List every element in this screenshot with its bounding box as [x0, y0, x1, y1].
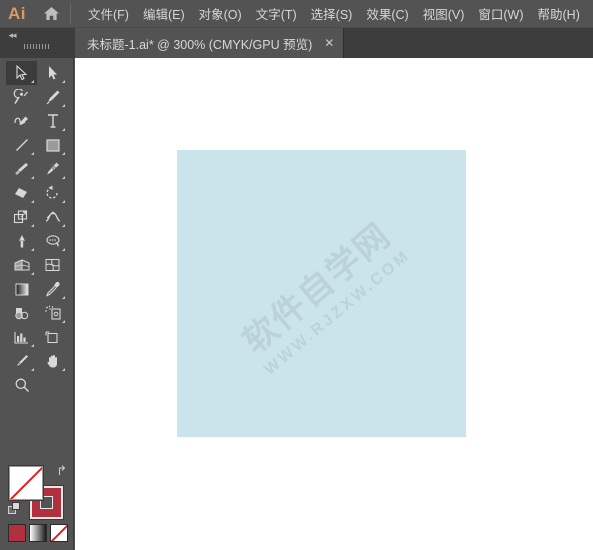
eraser-tool[interactable] [6, 181, 37, 205]
default-fill-stroke-icon[interactable] [8, 502, 21, 515]
menu-item-select[interactable]: 选择(S) [304, 0, 360, 27]
menu-item-object[interactable]: 对象(O) [192, 0, 249, 27]
document-tab[interactable]: 未标题-1.ai* @ 300% (CMYK/GPU 预览) ✕ [75, 28, 345, 58]
flyout-indicator-icon [62, 320, 65, 323]
flyout-indicator-icon [62, 152, 65, 155]
flyout-indicator-icon [62, 296, 65, 299]
menu-item-file[interactable]: 文件(F) [81, 0, 136, 27]
menu-bar: Ai 文件(F) 编辑(E) 对象(O) 文字(T) 选择(S) 效果(C) 视… [0, 0, 593, 28]
menu-divider [70, 3, 71, 24]
hand-tool[interactable] [37, 349, 68, 373]
flyout-indicator-icon [62, 368, 65, 371]
flyout-indicator-icon [31, 248, 34, 251]
flyout-indicator-icon [31, 176, 34, 179]
collapse-panel-icon[interactable]: ◂◂ [4, 29, 20, 41]
shape-builder-tool[interactable] [37, 229, 68, 253]
menu-item-type[interactable]: 文字(T) [249, 0, 304, 27]
document-tab-bar: 未标题-1.ai* @ 300% (CMYK/GPU 预览) ✕ [0, 28, 593, 58]
flyout-indicator-icon [31, 224, 34, 227]
illustrator-window: Ai 文件(F) 编辑(E) 对象(O) 文字(T) 选择(S) 效果(C) 视… [0, 0, 593, 550]
curvature-tool[interactable] [6, 109, 37, 133]
blend-tool[interactable] [6, 301, 37, 325]
magic-wand-tool[interactable] [6, 85, 37, 109]
flyout-indicator-icon [31, 344, 34, 347]
menu-item-effect[interactable]: 效果(C) [359, 0, 415, 27]
slice-tool[interactable] [6, 349, 37, 373]
flyout-indicator-icon [62, 176, 65, 179]
flyout-indicator-icon [62, 224, 65, 227]
flyout-indicator-icon [62, 200, 65, 203]
menu-item-edit[interactable]: 编辑(E) [136, 0, 192, 27]
light-blue-rectangle[interactable]: 软件自学网 WWW.RJZXW.COM [177, 150, 466, 437]
gradient-tool[interactable] [6, 277, 37, 301]
symbol-sprayer-tool[interactable] [37, 301, 68, 325]
color-mode-buttons [8, 524, 68, 542]
document-canvas[interactable]: 软件自学网 WWW.RJZXW.COM [75, 58, 593, 550]
eyedropper-tool[interactable] [37, 277, 68, 301]
fill-swatch[interactable] [9, 466, 43, 500]
watermark-chinese-text: 软件自学网 [235, 215, 400, 362]
app-logo: Ai [8, 3, 26, 23]
type-tool[interactable] [37, 109, 68, 133]
direct-selection-tool[interactable] [37, 61, 68, 85]
pen-tool[interactable] [37, 85, 68, 109]
none-slash-icon [10, 467, 42, 499]
color-mode-color[interactable] [8, 524, 26, 542]
watermark-overlay: 软件自学网 WWW.RJZXW.COM [177, 150, 466, 437]
column-graph-tool[interactable] [6, 325, 37, 349]
line-segment-tool[interactable] [6, 133, 37, 157]
document-tab-title: 未标题-1.ai* @ 300% (CMYK/GPU 预览) [87, 37, 313, 52]
mesh-tool[interactable] [37, 253, 68, 277]
color-mode-none[interactable] [50, 524, 68, 542]
shaper-tool[interactable] [37, 157, 68, 181]
menu-item-view[interactable]: 视图(V) [416, 0, 472, 27]
flyout-indicator-icon [62, 80, 65, 83]
fill-stroke-controls: ↱ [8, 464, 67, 520]
close-icon[interactable]: ✕ [324, 37, 334, 49]
swap-fill-stroke-icon[interactable]: ↱ [56, 464, 67, 477]
flyout-indicator-icon [31, 272, 34, 275]
color-mode-gradient[interactable] [29, 524, 47, 542]
toolbar-drag-handle[interactable] [24, 44, 50, 49]
flyout-indicator-icon [62, 128, 65, 131]
flyout-indicator-icon [31, 368, 34, 371]
paintbrush-tool[interactable] [6, 157, 37, 181]
flyout-indicator-icon [31, 200, 34, 203]
artboard-tool[interactable] [37, 325, 68, 349]
flyout-indicator-icon [31, 152, 34, 155]
none-slash-icon [51, 525, 67, 541]
rotate-tool[interactable] [37, 181, 68, 205]
free-transform-tool[interactable] [6, 229, 37, 253]
zoom-tool[interactable] [6, 373, 37, 397]
home-icon[interactable] [34, 0, 68, 28]
tools-grid [6, 61, 68, 397]
menu-item-help[interactable]: 帮助(H) [531, 0, 587, 27]
selection-tool[interactable] [6, 61, 37, 85]
rectangle-tool[interactable] [37, 133, 68, 157]
perspective-grid-tool[interactable] [6, 253, 37, 277]
flyout-indicator-icon [62, 104, 65, 107]
flyout-indicator-icon [31, 80, 34, 83]
tools-panel: ↱ [0, 58, 74, 550]
flyout-indicator-icon [62, 248, 65, 251]
scale-tool[interactable] [6, 205, 37, 229]
toolbar-dock-header: ◂◂ [0, 28, 74, 58]
menu-item-list: 文件(F) 编辑(E) 对象(O) 文字(T) 选择(S) 效果(C) 视图(V… [81, 0, 587, 27]
width-tool[interactable] [37, 205, 68, 229]
menu-item-window[interactable]: 窗口(W) [471, 0, 530, 27]
watermark-url-text: WWW.RJZXW.COM [261, 246, 414, 379]
